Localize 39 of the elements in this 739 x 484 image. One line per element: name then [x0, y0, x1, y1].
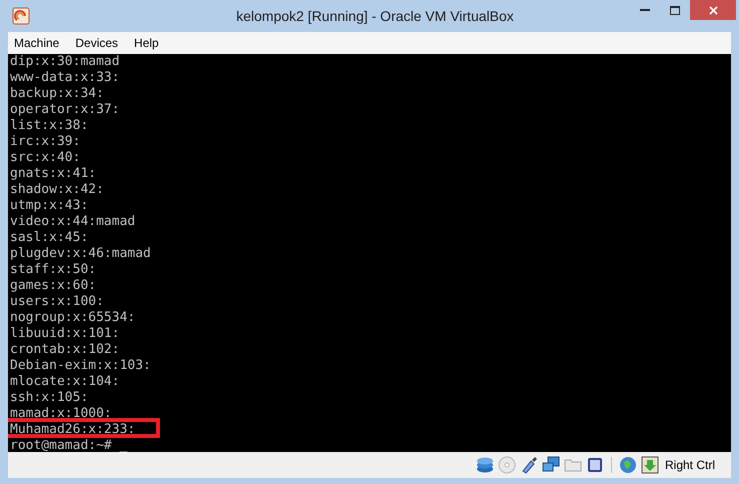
network-icon — [542, 456, 560, 474]
terminal-line: root@mamad:~# _ — [10, 438, 128, 452]
host-key-label: Right Ctrl — [664, 457, 715, 474]
menu-item[interactable]: Machine — [14, 34, 60, 52]
terminal-line: crontab:x:102: — [10, 342, 120, 357]
terminal-line: Debian-exim:x:103: — [10, 358, 151, 373]
globe-icon — [618, 456, 637, 474]
terminal-line: users:x:100: — [10, 294, 104, 309]
terminal-line: mlocate:x:104: — [10, 374, 120, 389]
terminal-line: utmp:x:43: — [10, 198, 88, 213]
window-title: kelompok2 [Running] - Oracle VM VirtualBox — [236, 6, 514, 26]
terminal-line: video:x:44:mamad — [10, 214, 136, 229]
terminal-line: www-data:x:33: — [10, 70, 120, 85]
app-logo-icon — [12, 7, 30, 25]
terminal-line: Muhamad26:x:233: — [10, 422, 136, 437]
terminal-line: gnats:x:41: — [10, 166, 96, 181]
terminal-line: plugdev:x:46:mamad — [10, 246, 151, 261]
disc-icon — [498, 456, 516, 474]
menu-item[interactable]: Devices — [75, 34, 118, 52]
close-button[interactable] — [690, 0, 736, 20]
close-icon — [708, 6, 718, 14]
terminal-line: shadow:x:42: — [10, 182, 104, 197]
terminal-line: nogroup:x:65534: — [10, 310, 136, 325]
terminal-line: irc:x:39: — [10, 134, 80, 149]
hard-disk-icon — [476, 456, 494, 474]
terminal-line: sasl:x:45: — [10, 230, 88, 245]
terminal-line: staff:x:50: — [10, 262, 96, 277]
terminal-line: backup:x:34: — [10, 86, 104, 101]
menu-item[interactable]: Help — [134, 34, 159, 52]
terminal-line: ssh:x:105: — [10, 390, 88, 405]
terminal-line: libuuid:x:101: — [10, 326, 120, 341]
terminal-line: mamad:x:1000: — [10, 406, 112, 421]
terminal-line: dip:x:30:mamad — [10, 54, 120, 69]
terminal-line: src:x:40: — [10, 150, 80, 165]
minimize-icon — [640, 8, 650, 12]
terminal-line: operator:x:37: — [10, 102, 120, 117]
terminal-line: list:x:38: — [10, 118, 88, 133]
terminal-line: games:x:60: — [10, 278, 96, 293]
maximize-icon — [670, 6, 680, 14]
